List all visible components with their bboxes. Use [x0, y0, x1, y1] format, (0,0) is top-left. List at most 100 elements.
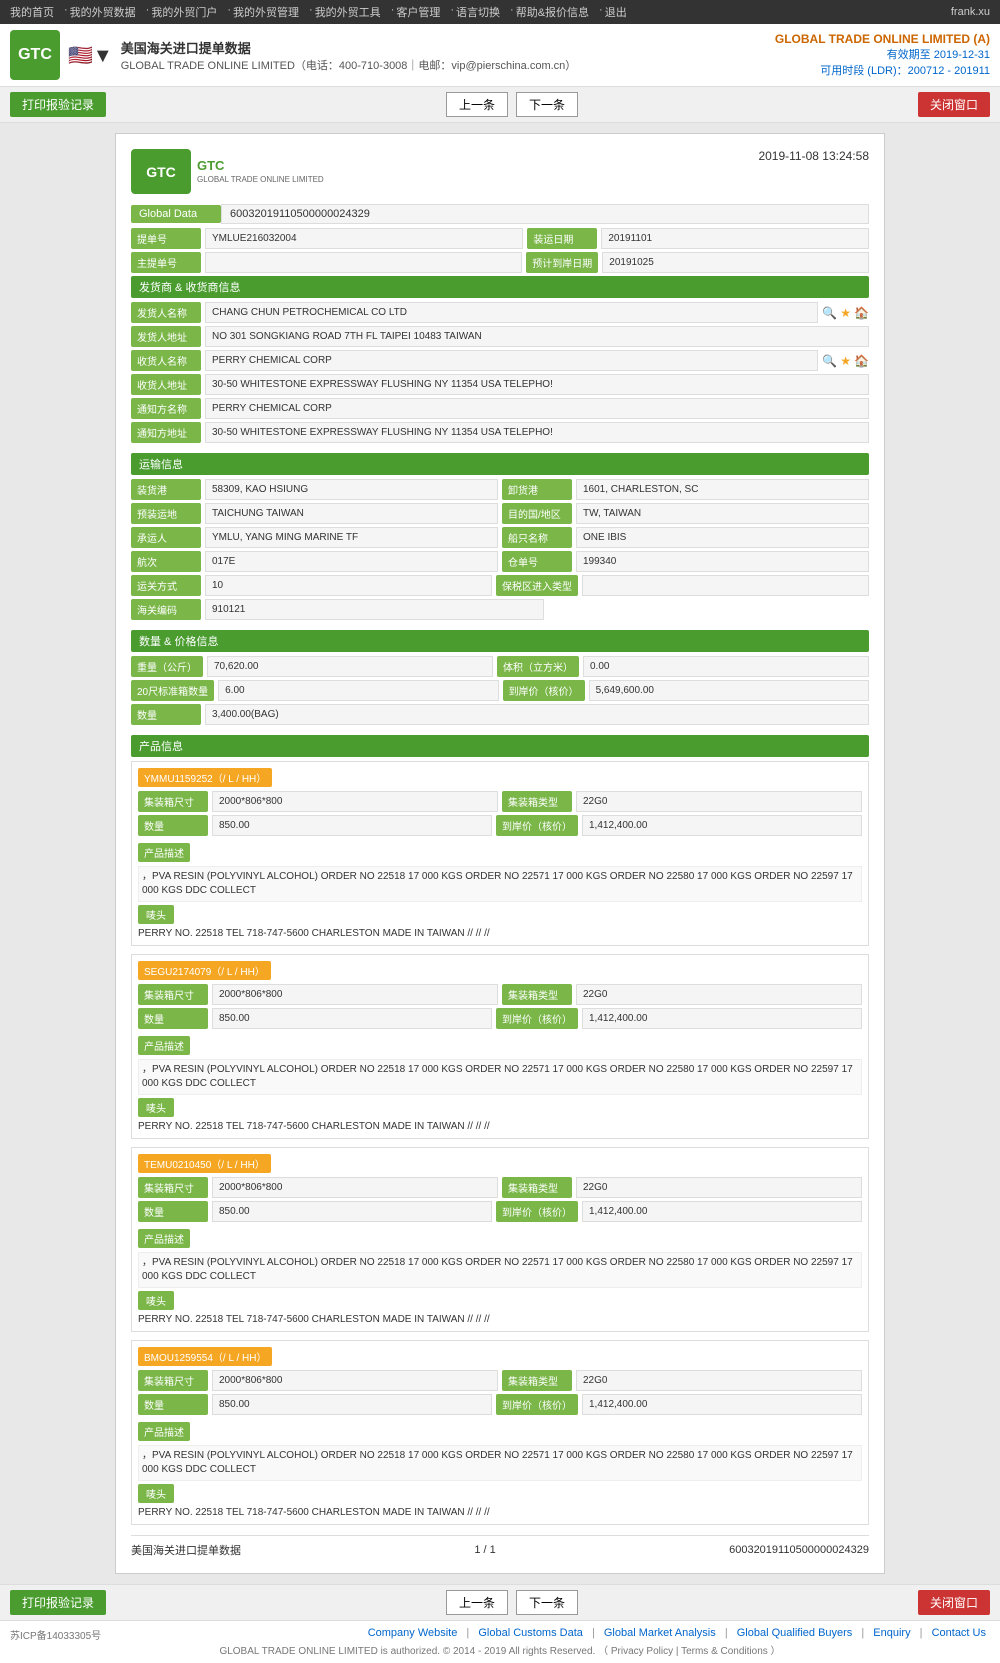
volume-value: 0.00 [583, 656, 869, 677]
pagination-page: 1 / 1 [474, 1544, 495, 1556]
container-size-value: 2000*806*800 [212, 1370, 498, 1391]
nav-language[interactable]: 语言切换 [456, 4, 500, 20]
top-toolbar: 打印报验记录 上一条 下一条 关闭窗口 [0, 87, 1000, 123]
trade-mode-value: 10 [205, 575, 492, 596]
footer-link-market[interactable]: Global Market Analysis [604, 1627, 716, 1639]
nav-trade-portal[interactable]: 我的外贸门户 [151, 4, 217, 20]
shipper-section-header: 发货商 & 收货商信息 [131, 276, 869, 298]
product-qty-value: 850.00 [212, 1394, 492, 1415]
container-size-label: 集装箱尺寸 [138, 984, 208, 1005]
container-type-value: 22G0 [576, 1177, 862, 1198]
beian: 苏ICP备14033305号 [10, 1627, 101, 1642]
nav-help[interactable]: 帮助&报价信息 [516, 4, 589, 20]
global-data-label: Global Data [131, 205, 221, 223]
transport-section-header: 运输信息 [131, 453, 869, 475]
carrier-label: 承运人 [131, 527, 201, 548]
bottom-prev-button[interactable]: 上一条 [446, 1590, 508, 1615]
footer-link-company[interactable]: Company Website [368, 1627, 458, 1639]
footer-link-contact[interactable]: Contact Us [932, 1627, 986, 1639]
notify-addr-row: 通知方地址 30-50 WHITESTONE EXPRESSWAY FLUSHI… [131, 422, 869, 443]
next-button[interactable]: 下一条 [516, 92, 578, 117]
product-desc-text: ，PVA RESIN (POLYVINYL ALCOHOL) ORDER NO … [138, 866, 862, 902]
nav-trade-tools[interactable]: 我的外贸工具 [315, 4, 381, 20]
bottom-close-button[interactable]: 关闭窗口 [918, 1590, 990, 1615]
products-section-header: 产品信息 [131, 735, 869, 757]
vessel-label: 船只名称 [502, 527, 572, 548]
trade-mode-row: 运关方式 10 保税区进入类型 [131, 575, 869, 596]
prev-button[interactable]: 上一条 [446, 92, 508, 117]
customs-no-row: 海关编码 910121 [131, 599, 869, 620]
footer-link-buyers[interactable]: Global Qualified Buyers [737, 1627, 853, 1639]
document-container: GTC GTC GLOBAL TRADE ONLINE LIMITED 2019… [115, 133, 885, 1574]
consignee-star-icon[interactable]: ★ [840, 354, 851, 368]
nav-links[interactable]: 我的首页 · 我的外贸数据 · 我的外贸门户 · 我的外贸管理 · 我的外贸工具… [10, 4, 635, 20]
product-desc-header: 产品描述 [138, 1229, 190, 1248]
nav-trade-mgmt[interactable]: 我的外贸管理 [233, 4, 299, 20]
tangou-text: PERRY NO. 22518 TEL 718-747-5600 CHARLES… [138, 928, 862, 939]
price-section: 数量 & 价格信息 重量（公斤） 70,620.00 体积（立方米） 0.00 … [131, 630, 869, 725]
consignee-addr-value: 30-50 WHITESTONE EXPRESSWAY FLUSHING NY … [205, 374, 869, 395]
close-button[interactable]: 关闭窗口 [918, 92, 990, 117]
notify-name-label: 通知方名称 [131, 398, 201, 419]
print-button[interactable]: 打印报验记录 [10, 92, 106, 117]
product-qty-label: 数量 [138, 815, 208, 836]
container-type-value: 22G0 [576, 984, 862, 1005]
shipper-star-icon[interactable]: ★ [840, 306, 851, 320]
container-size-label: 集装箱尺寸 [138, 1177, 208, 1198]
footer-link-customs[interactable]: Global Customs Data [478, 1627, 583, 1639]
bottom-print-button[interactable]: 打印报验记录 [10, 1590, 106, 1615]
est-arrive-label: 预计到岸日期 [526, 252, 598, 273]
container-type-label: 集装箱类型 [502, 1177, 572, 1198]
shipper-addr-row: 发货人地址 NO 301 SONGKIANG ROAD 7TH FL TAIPE… [131, 326, 869, 347]
header-title-block: 美国海关进口提单数据 GLOBAL TRADE ONLINE LIMITED（电… [121, 38, 577, 73]
container-size-label: 集装箱尺寸 [138, 791, 208, 812]
nav-logout[interactable]: 退出 [605, 4, 627, 20]
bill-no-row: 提单号 YMLUE216032004 装运日期 20191101 [131, 228, 869, 249]
bill-no-value: YMLUE216032004 [205, 228, 523, 249]
shipper-section: 发货商 & 收货商信息 发货人名称 CHANG CHUN PETROCHEMIC… [131, 276, 869, 443]
consignee-home-icon[interactable]: 🏠 [854, 354, 869, 368]
consignee-addr-row: 收货人地址 30-50 WHITESTONE EXPRESSWAY FLUSHI… [131, 374, 869, 395]
shipper-search-icon[interactable]: 🔍 [822, 306, 837, 320]
product-qty-label: 数量 [138, 1394, 208, 1415]
consignee-name-value: PERRY CHEMICAL CORP [205, 350, 818, 371]
warehouse-value: 199340 [576, 551, 869, 572]
container-size-row: 集装箱尺寸 2000*806*800 集装箱类型 22G0 [138, 984, 862, 1005]
container-size-value: 2000*806*800 [212, 984, 498, 1005]
product-item: YMMU1159252（/ L / HH） 集装箱尺寸 2000*806*800… [131, 761, 869, 946]
nav-customer-mgmt[interactable]: 客户管理 [396, 4, 440, 20]
tangou-button[interactable]: 唛头 [138, 1098, 174, 1117]
master-bill-label: 主提单号 [131, 252, 201, 273]
shipper-addr-label: 发货人地址 [131, 326, 201, 347]
container-number: TEMU0210450（/ L / HH） [138, 1154, 271, 1173]
container-type-label: 集装箱类型 [502, 791, 572, 812]
doc-pagination: 美国海关进口提单数据 1 / 1 60032019110500000024329 [131, 1535, 869, 1558]
nav-home[interactable]: 我的首页 [10, 4, 54, 20]
container-size-row: 集装箱尺寸 2000*806*800 集装箱类型 22G0 [138, 1370, 862, 1391]
ship-date-label: 装运日期 [527, 228, 597, 249]
bottom-next-button[interactable]: 下一条 [516, 1590, 578, 1615]
flag-selector[interactable]: 🇺🇸▼ [68, 43, 113, 68]
product-desc-header: 产品描述 [138, 1036, 190, 1055]
container-type-value: 22G0 [576, 1370, 862, 1391]
weight-label: 重量（公斤） [131, 656, 203, 677]
tangou-button[interactable]: 唛头 [138, 1291, 174, 1310]
master-bill-value [205, 252, 522, 273]
container-number: YMMU1159252（/ L / HH） [138, 768, 272, 787]
consignee-addr-label: 收货人地址 [131, 374, 201, 395]
tangou-text: PERRY NO. 22518 TEL 718-747-5600 CHARLES… [138, 1121, 862, 1132]
voyage-row: 航次 017E 仓单号 199340 [131, 551, 869, 572]
doc-logo-icon: GTC [131, 149, 191, 194]
consignee-search-icon[interactable]: 🔍 [822, 354, 837, 368]
shipper-home-icon[interactable]: 🏠 [854, 306, 869, 320]
tangou-button[interactable]: 唛头 [138, 905, 174, 924]
product-desc-text: ，PVA RESIN (POLYVINYL ALCOHOL) ORDER NO … [138, 1252, 862, 1288]
load-port-label: 装货港 [131, 479, 201, 500]
notify-name-value: PERRY CHEMICAL CORP [205, 398, 869, 419]
pagination-label: 美国海关进口提单数据 [131, 1542, 241, 1558]
nav-trade-data[interactable]: 我的外贸数据 [70, 4, 136, 20]
header-left: GTC 🇺🇸▼ 美国海关进口提单数据 GLOBAL TRADE ONLINE L… [10, 30, 576, 80]
tangou-button[interactable]: 唛头 [138, 1484, 174, 1503]
footer-link-enquiry[interactable]: Enquiry [873, 1627, 910, 1639]
product-desc-text: ，PVA RESIN (POLYVINYL ALCOHOL) ORDER NO … [138, 1059, 862, 1095]
